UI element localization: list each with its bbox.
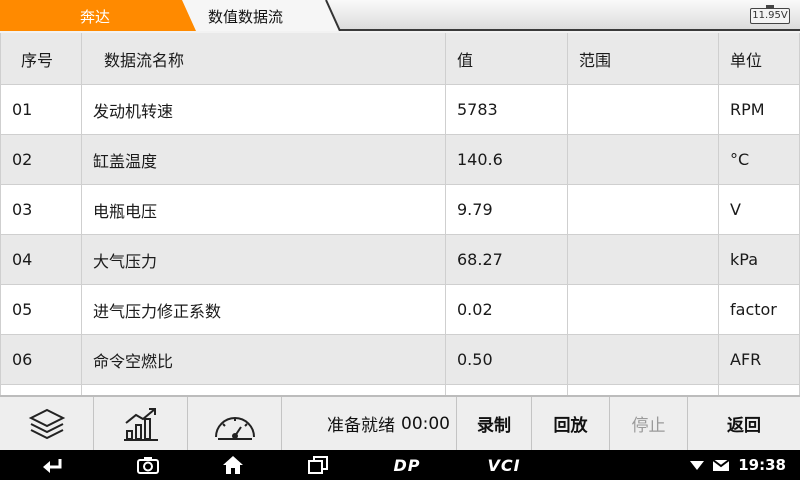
table-row[interactable]: 05 进气压力修正系数 0.02 factor bbox=[1, 285, 799, 335]
row-range bbox=[568, 335, 719, 384]
row-unit: RPM bbox=[730, 100, 765, 119]
row-unit: kPa bbox=[730, 250, 758, 269]
tab-live-data[interactable]: 数值数据流 bbox=[182, 0, 342, 31]
trend-chart-icon bbox=[123, 407, 158, 441]
row-range bbox=[568, 385, 719, 395]
record-status: 准备就绪 00:00 bbox=[282, 397, 457, 450]
header-unit: 单位 bbox=[730, 50, 763, 70]
layers-button[interactable] bbox=[0, 397, 94, 450]
row-index: 03 bbox=[1, 185, 82, 234]
header-value: 值 bbox=[446, 33, 568, 84]
row-index: 04 bbox=[1, 235, 82, 284]
gauge-icon bbox=[214, 416, 255, 440]
row-value: 0.50 bbox=[446, 335, 568, 384]
row-index: 02 bbox=[1, 135, 82, 184]
record-button[interactable]: 录制 bbox=[457, 397, 532, 450]
camera-icon bbox=[137, 457, 159, 474]
back-arrow-icon bbox=[43, 459, 62, 473]
nav-home-button[interactable] bbox=[218, 450, 248, 480]
back-button[interactable]: 返回 bbox=[688, 397, 800, 450]
home-icon bbox=[223, 456, 243, 474]
clock: 19:38 bbox=[738, 456, 786, 474]
table-row[interactable]: 01 发动机转速 5783 RPM bbox=[1, 85, 799, 135]
row-name: 发动机转速 bbox=[82, 85, 446, 134]
row-value: 0.02 bbox=[446, 285, 568, 334]
row-range bbox=[568, 135, 719, 184]
row-range bbox=[568, 235, 719, 284]
wifi-icon bbox=[690, 461, 705, 470]
table-header-row: 序号 数据流名称 值 范围 单位 bbox=[1, 33, 799, 85]
row-index: 05 bbox=[1, 285, 82, 334]
nav-camera-button[interactable] bbox=[133, 450, 163, 480]
bottom-toolbar: 准备就绪 00:00 录制 回放 停止 返回 bbox=[0, 395, 800, 450]
row-unit: °C bbox=[730, 150, 750, 169]
table-row[interactable]: 03 电瓶电压 9.79 V bbox=[1, 185, 799, 235]
nav-recent-apps-button[interactable] bbox=[303, 450, 333, 480]
row-index: 01 bbox=[1, 85, 82, 134]
table-row[interactable]: 04 大气压力 68.27 kPa bbox=[1, 235, 799, 285]
recent-apps-icon bbox=[308, 456, 328, 474]
header-index: 序号 bbox=[1, 33, 82, 84]
vci-shortcut[interactable]: VCI bbox=[482, 450, 526, 480]
table-row-partial[interactable] bbox=[1, 385, 799, 395]
row-value bbox=[446, 385, 568, 395]
dp-shortcut[interactable]: DP bbox=[385, 450, 429, 480]
row-name: 缸盖温度 bbox=[82, 135, 446, 184]
system-nav-bar: DP VCI 19:38 bbox=[0, 450, 800, 480]
row-value: 5783 bbox=[446, 85, 568, 134]
record-timer: 00:00 bbox=[401, 413, 450, 434]
graph-view-button[interactable] bbox=[94, 397, 188, 450]
status-label: 准备就绪 bbox=[327, 416, 395, 436]
message-icon bbox=[712, 459, 730, 471]
row-unit: V bbox=[730, 200, 741, 219]
row-name: 命令空燃比 bbox=[82, 335, 446, 384]
header-name: 数据流名称 bbox=[82, 33, 446, 84]
table-row[interactable]: 02 缸盖温度 140.6 °C bbox=[1, 135, 799, 185]
nav-back-button[interactable] bbox=[38, 450, 68, 480]
row-value: 9.79 bbox=[446, 185, 568, 234]
row-name: 大气压力 bbox=[82, 235, 446, 284]
row-name bbox=[82, 385, 446, 395]
row-unit: factor bbox=[730, 300, 777, 319]
header-range: 范围 bbox=[568, 33, 719, 84]
stop-button[interactable]: 停止 bbox=[610, 397, 688, 450]
system-status: 19:38 bbox=[690, 450, 786, 480]
top-tab-bar: 奔达 数值数据流 11.95V bbox=[0, 0, 800, 31]
row-index: 06 bbox=[1, 335, 82, 384]
row-name: 电瓶电压 bbox=[82, 185, 446, 234]
gauge-view-button[interactable] bbox=[188, 397, 282, 450]
row-range bbox=[568, 185, 719, 234]
row-name: 进气压力修正系数 bbox=[82, 285, 446, 334]
current-tab-label: 数值数据流 bbox=[208, 8, 284, 26]
app-window: 奔达 数值数据流 11.95V 序号 数据流名称 值 范围 单位 01 发动机转… bbox=[0, 0, 800, 480]
layers-icon bbox=[28, 408, 65, 439]
battery-voltage-indicator: 11.95V bbox=[750, 5, 790, 24]
data-stream-table[interactable]: 序号 数据流名称 值 范围 单位 01 发动机转速 5783 RPM 02 缸盖… bbox=[0, 33, 800, 395]
row-index bbox=[1, 385, 82, 395]
row-range bbox=[568, 285, 719, 334]
row-unit: AFR bbox=[730, 350, 762, 369]
row-unit bbox=[719, 385, 799, 395]
row-value: 140.6 bbox=[446, 135, 568, 184]
row-range bbox=[568, 85, 719, 134]
playback-button[interactable]: 回放 bbox=[532, 397, 610, 450]
tab-brand[interactable]: 奔达 bbox=[0, 0, 200, 31]
brand-tab-label: 奔达 bbox=[79, 8, 110, 26]
table-row[interactable]: 06 命令空燃比 0.50 AFR bbox=[1, 335, 799, 385]
row-value: 68.27 bbox=[446, 235, 568, 284]
